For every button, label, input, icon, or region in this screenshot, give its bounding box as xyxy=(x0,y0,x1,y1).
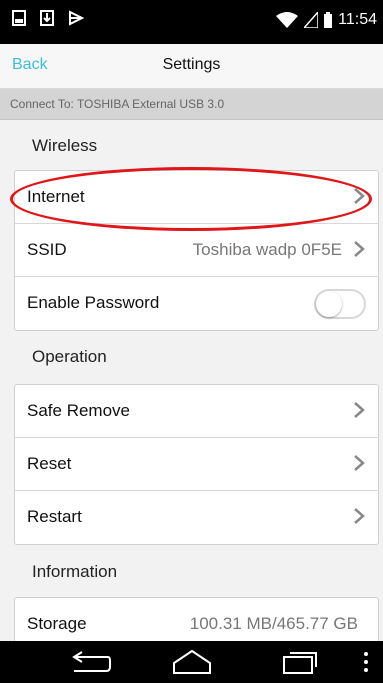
chevron-right-icon xyxy=(354,241,365,257)
menu-icon[interactable] xyxy=(362,651,370,673)
status-time: 11:54 xyxy=(338,11,377,28)
page-title: Settings xyxy=(162,56,221,73)
enable-password-row: Enable Password xyxy=(15,277,378,330)
storage-label: Storage xyxy=(27,614,87,633)
download-icon xyxy=(40,10,54,26)
home-icon[interactable] xyxy=(172,649,212,675)
ssid-row[interactable]: SSID Toshiba wadp 0F5E xyxy=(15,224,378,277)
internet-row[interactable]: Internet xyxy=(15,171,378,224)
wireless-group: Internet SSID Toshiba wadp 0F5E Enable P… xyxy=(14,170,379,331)
media-icon xyxy=(69,10,84,26)
ssid-value: Toshiba wadp 0F5E xyxy=(192,240,342,259)
internet-label: Internet xyxy=(27,187,85,206)
nav-bar: Back Settings xyxy=(0,44,383,89)
storage-value: 100.31 MB/465.77 GB xyxy=(189,614,358,633)
wifi-icon xyxy=(276,12,299,28)
toggle-knob xyxy=(316,291,342,317)
connect-banner: Connect To: TOSHIBA External USB 3.0 xyxy=(0,89,383,120)
status-bar-left xyxy=(12,10,84,26)
safe-remove-label: Safe Remove xyxy=(27,401,130,420)
chevron-right-icon xyxy=(354,402,365,418)
restart-label: Restart xyxy=(27,507,82,526)
restart-row[interactable]: Restart xyxy=(15,491,378,544)
status-bar: 11:54 xyxy=(0,0,383,44)
enable-password-label: Enable Password xyxy=(27,293,160,312)
chevron-right-icon xyxy=(354,188,365,204)
battery-icon xyxy=(324,12,333,28)
chevron-right-icon xyxy=(354,508,365,524)
signal-icon xyxy=(304,12,319,28)
status-bar-right: 11:54 xyxy=(276,11,377,29)
enable-password-toggle[interactable] xyxy=(314,289,366,319)
connect-banner-text: Connect To: TOSHIBA External USB 3.0 xyxy=(10,97,225,111)
screenshot-icon xyxy=(12,10,26,26)
reset-row[interactable]: Reset xyxy=(15,438,378,491)
ssid-label: SSID xyxy=(27,240,67,259)
section-header-operation: Operation xyxy=(32,347,107,366)
operation-group: Safe Remove Reset Restart xyxy=(14,384,379,545)
safe-remove-row[interactable]: Safe Remove xyxy=(15,385,378,438)
section-header-wireless: Wireless xyxy=(32,136,98,155)
section-header-information: Information xyxy=(32,562,118,581)
recents-icon[interactable] xyxy=(282,649,318,675)
back-icon[interactable] xyxy=(68,651,112,673)
chevron-right-icon xyxy=(354,455,365,471)
reset-label: Reset xyxy=(27,454,72,473)
system-nav-bar xyxy=(0,641,383,683)
